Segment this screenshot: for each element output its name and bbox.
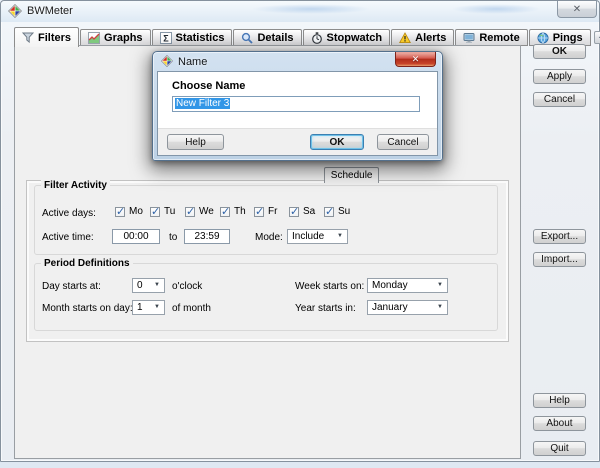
funnel-icon bbox=[22, 32, 34, 44]
oclock-label: o'clock bbox=[172, 281, 202, 292]
checkbox-checked-icon bbox=[254, 207, 264, 217]
day-checkbox-tu[interactable]: Tu bbox=[150, 206, 175, 217]
tab-alerts[interactable]: Alerts bbox=[391, 29, 454, 46]
checkbox-checked-icon bbox=[289, 207, 299, 217]
tab-statistics[interactable]: Σ Statistics bbox=[152, 29, 233, 46]
chevron-down-icon: ▼ bbox=[434, 301, 446, 314]
day-checkbox-su[interactable]: Su bbox=[324, 206, 350, 217]
ok-button[interactable]: OK bbox=[533, 44, 586, 59]
main-tab-strip: Filters Graphs Σ Statistics Details Stop… bbox=[14, 26, 600, 46]
mode-dropdown[interactable]: Include ▼ bbox=[287, 229, 348, 244]
glass-reflection bbox=[251, 4, 371, 14]
tab-details[interactable]: Details bbox=[233, 29, 301, 46]
week-starts-label: Week starts on: bbox=[295, 281, 364, 292]
tab-graphs[interactable]: Graphs bbox=[80, 29, 151, 46]
tab-stopwatch[interactable]: Stopwatch bbox=[303, 29, 391, 46]
desktop: BWMeter ✕ Filters Graphs Σ Statistics De… bbox=[0, 0, 600, 468]
help-button[interactable]: Help bbox=[533, 393, 586, 408]
period-definitions-group: Period Definitions Day starts at: 0 ▼ o'… bbox=[34, 263, 498, 331]
glass-reflection bbox=[451, 4, 541, 14]
dialog-footer: Help OK Cancel bbox=[158, 128, 437, 155]
day-checkbox-mo[interactable]: Mo bbox=[115, 206, 143, 217]
magnifier-icon bbox=[241, 32, 253, 44]
monitor-icon bbox=[463, 32, 475, 44]
name-dialog: Name ✕ Choose Name New Filter 3 Help OK … bbox=[152, 51, 443, 161]
svg-text:Σ: Σ bbox=[163, 33, 169, 43]
dialog-title: Name bbox=[178, 56, 207, 68]
year-starts-dropdown[interactable]: January ▼ bbox=[367, 300, 448, 315]
subtab-schedule[interactable]: Schedule bbox=[324, 167, 380, 183]
of-month-label: of month bbox=[172, 303, 211, 314]
to-label: to bbox=[169, 232, 177, 243]
checkbox-checked-icon bbox=[324, 207, 334, 217]
day-starts-label: Day starts at: bbox=[42, 281, 101, 292]
bwmeter-app-icon bbox=[161, 55, 173, 67]
active-time-label: Active time: bbox=[42, 232, 94, 243]
dialog-close-button[interactable]: ✕ bbox=[395, 52, 436, 67]
apply-button[interactable]: Apply bbox=[533, 69, 586, 84]
dialog-help-button[interactable]: Help bbox=[167, 134, 224, 150]
sigma-icon: Σ bbox=[160, 32, 172, 44]
chevron-down-icon: ▼ bbox=[334, 230, 346, 243]
area-chart-icon bbox=[88, 32, 100, 44]
month-starts-label: Month starts on day: bbox=[42, 303, 133, 314]
year-starts-label: Year starts in: bbox=[295, 303, 356, 314]
tab-scroll-left-button[interactable]: ◄ bbox=[594, 31, 600, 44]
checkbox-checked-icon bbox=[115, 207, 125, 217]
day-checkbox-fr[interactable]: Fr bbox=[254, 206, 277, 217]
checkbox-checked-icon bbox=[185, 207, 195, 217]
stopwatch-icon bbox=[311, 32, 323, 44]
day-checkbox-sa[interactable]: Sa bbox=[289, 206, 315, 217]
close-icon: ✕ bbox=[412, 54, 420, 65]
tab-filters[interactable]: Filters bbox=[14, 27, 79, 47]
month-starts-dropdown[interactable]: 1 ▼ bbox=[132, 300, 165, 315]
active-days-label: Active days: bbox=[42, 208, 96, 219]
tab-remote[interactable]: Remote bbox=[455, 29, 527, 46]
chevron-down-icon: ▼ bbox=[151, 301, 163, 314]
week-starts-dropdown[interactable]: Monday ▼ bbox=[367, 278, 448, 293]
checkbox-checked-icon bbox=[220, 207, 230, 217]
close-icon: ✕ bbox=[573, 4, 581, 15]
warning-icon bbox=[399, 32, 411, 44]
period-definitions-label: Period Definitions bbox=[41, 258, 133, 269]
mode-label: Mode: bbox=[255, 232, 283, 243]
filter-name-input[interactable]: New Filter 3 bbox=[172, 96, 420, 112]
day-checkbox-th[interactable]: Th bbox=[220, 206, 246, 217]
day-starts-dropdown[interactable]: 0 ▼ bbox=[132, 278, 165, 293]
dialog-ok-button[interactable]: OK bbox=[310, 134, 364, 150]
time-to-input[interactable]: 23:59 bbox=[184, 229, 230, 244]
window-title: BWMeter bbox=[27, 5, 73, 17]
quit-button[interactable]: Quit bbox=[533, 441, 586, 456]
chevron-down-icon: ▼ bbox=[151, 279, 163, 292]
title-bar[interactable]: BWMeter bbox=[1, 1, 599, 22]
time-from-input[interactable]: 00:00 bbox=[112, 229, 160, 244]
cancel-button[interactable]: Cancel bbox=[533, 92, 586, 107]
import-button[interactable]: Import... bbox=[533, 252, 586, 267]
checkbox-checked-icon bbox=[150, 207, 160, 217]
filter-activity-label: Filter Activity bbox=[41, 180, 110, 191]
filter-activity-group: Filter Activity Active days: Mo Tu We Th… bbox=[34, 185, 498, 255]
choose-name-heading: Choose Name bbox=[172, 80, 245, 92]
chevron-down-icon: ▼ bbox=[434, 279, 446, 292]
bwmeter-app-icon bbox=[8, 4, 22, 18]
day-checkbox-we[interactable]: We bbox=[185, 206, 214, 217]
dialog-cancel-button[interactable]: Cancel bbox=[377, 134, 429, 150]
globe-icon bbox=[537, 32, 549, 44]
dialog-content: Choose Name New Filter 3 Help OK Cancel bbox=[157, 71, 438, 156]
window-close-button[interactable]: ✕ bbox=[557, 1, 597, 18]
about-button[interactable]: About bbox=[533, 416, 586, 431]
selected-text: New Filter 3 bbox=[175, 98, 230, 109]
export-button[interactable]: Export... bbox=[533, 229, 586, 244]
